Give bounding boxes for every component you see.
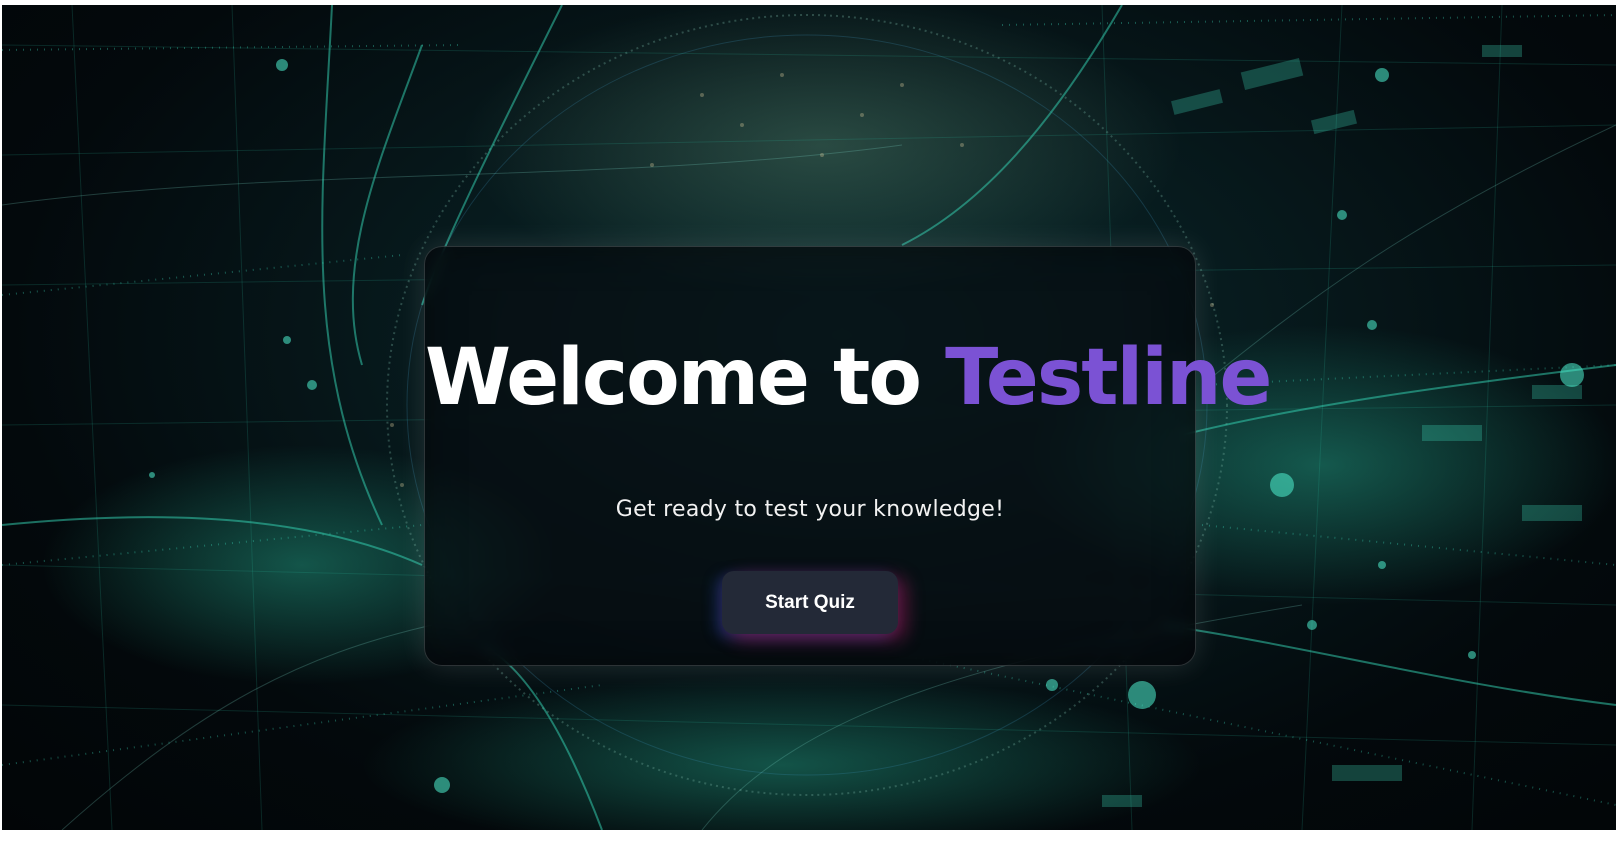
title-prefix: Welcome to [425, 333, 946, 423]
brand-name: Testline [945, 333, 1272, 423]
welcome-card: Welcome to Testline Get ready to test yo… [424, 246, 1272, 666]
page-background: Welcome to Testline Get ready to test yo… [2, 5, 1616, 830]
page-title: Welcome to Testline [425, 339, 1272, 417]
start-quiz-button[interactable]: Start Quiz [722, 571, 898, 634]
subtitle: Get ready to test your knowledge! [615, 497, 1005, 522]
